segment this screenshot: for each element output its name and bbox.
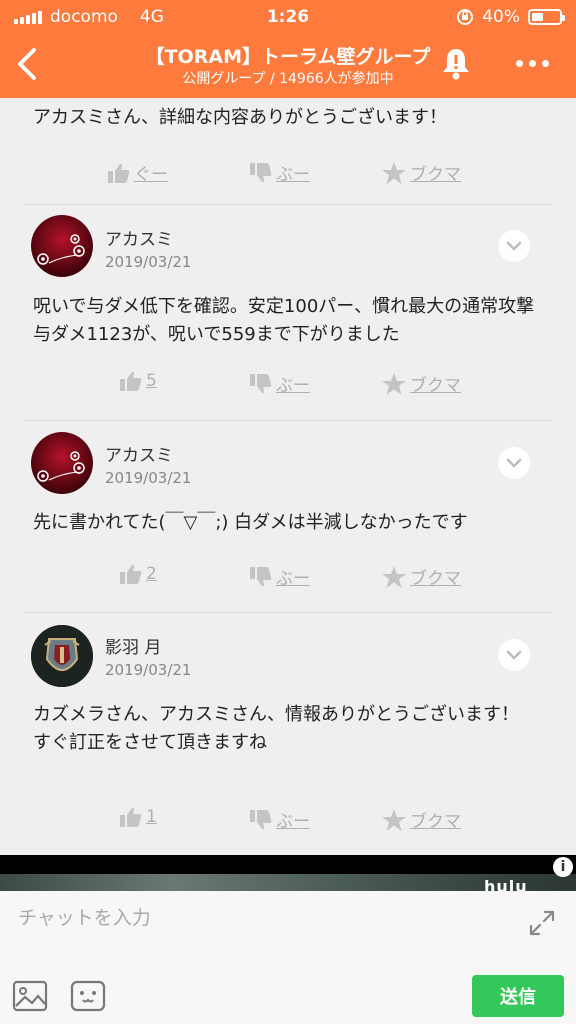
thumbs-up-icon — [120, 807, 142, 827]
like-label: ぐー — [134, 165, 168, 185]
post-body: アカスミさん、詳細な内容ありがとうございます！ — [33, 107, 447, 128]
dislike-button[interactable]: ぶー — [250, 564, 310, 589]
post-actions: 1 ぶー ブクマ — [0, 807, 576, 837]
status-right: 40% — [456, 7, 565, 27]
user-avatar[interactable] — [31, 625, 93, 687]
status-bar: docomo 4G 1:26 40% — [0, 0, 576, 34]
post-divider — [24, 612, 552, 613]
star-icon — [382, 565, 406, 588]
bookmark-label: ブクマ — [410, 376, 461, 396]
chat-input[interactable] — [18, 901, 518, 935]
send-button[interactable]: 送信 — [472, 975, 564, 1017]
post-divider — [24, 204, 552, 205]
thumbs-down-icon — [250, 162, 272, 182]
ad-brand: hulu — [484, 877, 528, 891]
more-options-icon[interactable] — [516, 60, 549, 67]
like-button[interactable]: 2 — [120, 564, 157, 584]
status-left: docomo 4G — [14, 7, 164, 27]
like-button[interactable]: 5 — [120, 371, 157, 391]
battery-icon — [528, 9, 565, 25]
signal-icon — [14, 10, 42, 24]
sticker-icon[interactable] — [70, 980, 106, 1012]
chat-composer: 送信 — [0, 891, 576, 1024]
thumbs-up-icon — [120, 371, 142, 391]
thumbs-down-icon — [250, 373, 272, 393]
bookmark-button[interactable]: ブクマ — [382, 371, 461, 396]
post-menu-button[interactable] — [498, 639, 530, 671]
star-icon — [382, 372, 406, 395]
user-name[interactable]: 影羽 月 — [105, 633, 161, 658]
post-body: カズメラさん、アカスミさん、情報ありがとうございます！ すぐ訂正をさせて頂きます… — [33, 704, 519, 753]
thumbs-down-icon — [250, 566, 272, 586]
bookmark-button[interactable]: ブクマ — [382, 807, 461, 832]
bookmark-button[interactable]: ブクマ — [382, 160, 461, 185]
dislike-label: ぶー — [276, 569, 310, 589]
chevron-down-icon — [506, 458, 522, 468]
post-actions: 2 ぶー ブクマ — [0, 564, 576, 594]
group-title: 【TORAM】トーラム壁グループ — [145, 46, 431, 68]
carrier-label: docomo — [50, 7, 118, 27]
like-count: 2 — [146, 564, 157, 584]
bookmark-label: ブクマ — [410, 165, 461, 185]
post-menu-button[interactable] — [498, 230, 530, 262]
like-button[interactable]: 1 — [120, 807, 157, 827]
post-body: 呪いで与ダメ低下を確認。安定100パー、慣れ最大の通常攻撃与ダメ1123が、呪い… — [33, 296, 535, 345]
bookmark-button[interactable]: ブクマ — [382, 564, 461, 589]
star-icon — [382, 808, 406, 831]
post-divider — [24, 420, 552, 421]
dislike-button[interactable]: ぶー — [250, 807, 310, 832]
like-button[interactable]: ぐー — [108, 160, 168, 185]
ad-banner[interactable]: hulu i — [0, 855, 576, 891]
orientation-lock-icon — [457, 9, 474, 25]
message-feed[interactable]: アカスミさん、詳細な内容ありがとうございます！ ぐー ぶー ブクマ アカスミ 2… — [0, 98, 576, 855]
image-picker-icon[interactable] — [12, 980, 48, 1012]
user-name[interactable]: アカスミ — [105, 441, 173, 466]
post-date: 2019/03/21 — [105, 253, 192, 271]
chevron-down-icon — [506, 241, 522, 251]
post-menu-button[interactable] — [498, 447, 530, 479]
chevron-down-icon — [506, 650, 522, 660]
bookmark-label: ブクマ — [410, 569, 461, 589]
like-count: 5 — [146, 371, 157, 391]
group-subtitle: 公開グループ / 14966人が参加中 — [182, 71, 394, 87]
like-count: 1 — [146, 807, 157, 827]
user-avatar[interactable] — [31, 215, 93, 277]
alert-bell-icon[interactable] — [440, 46, 472, 80]
thumbs-up-icon — [120, 564, 142, 584]
network-label: 4G — [139, 7, 164, 27]
user-name[interactable]: アカスミ — [105, 225, 173, 250]
ad-info-icon[interactable]: i — [553, 857, 573, 877]
post-body: 先に書かれてた(￣▽￣;) 白ダメは半減しなかったです — [33, 512, 468, 533]
flower-avatar-icon — [31, 215, 93, 277]
dislike-button[interactable]: ぶー — [250, 371, 310, 396]
shield-avatar-icon — [31, 625, 93, 687]
post-actions: 5 ぶー ブクマ — [0, 371, 576, 401]
dislike-button[interactable]: ぶー — [250, 160, 310, 185]
post-date: 2019/03/21 — [105, 661, 192, 679]
expand-icon[interactable] — [528, 909, 556, 937]
post-actions: ぐー ぶー ブクマ — [0, 160, 576, 190]
dislike-label: ぶー — [276, 376, 310, 396]
post-date: 2019/03/21 — [105, 469, 192, 487]
battery-label: 40% — [482, 7, 520, 27]
thumbs-down-icon — [250, 809, 272, 829]
user-avatar[interactable] — [31, 432, 93, 494]
bookmark-label: ブクマ — [410, 812, 461, 832]
app-header: 【TORAM】トーラム壁グループ 公開グループ / 14966人が参加中 — [0, 34, 576, 98]
flower-avatar-icon — [31, 432, 93, 494]
dislike-label: ぶー — [276, 812, 310, 832]
thumbs-up-icon — [108, 163, 130, 183]
dislike-label: ぶー — [276, 165, 310, 185]
star-icon — [382, 161, 406, 184]
